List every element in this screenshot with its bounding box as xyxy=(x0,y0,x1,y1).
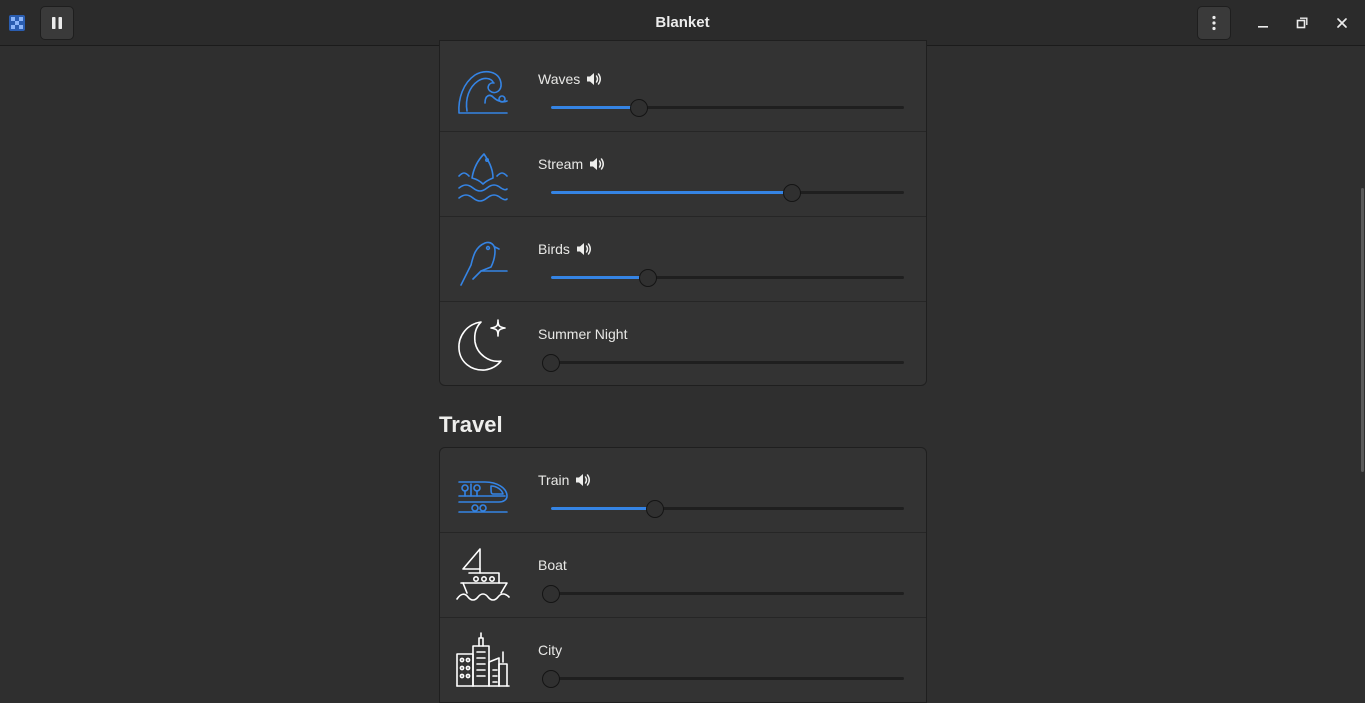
vertical-scrollbar[interactable] xyxy=(1361,188,1364,472)
volume-slider[interactable] xyxy=(542,670,904,688)
city-icon xyxy=(456,632,510,687)
maximize-button[interactable] xyxy=(1291,12,1313,34)
waves-icon xyxy=(458,70,508,114)
volume-slider[interactable] xyxy=(551,99,904,117)
volume-slider[interactable] xyxy=(551,500,904,518)
sound-row-waves: Waves xyxy=(440,47,926,132)
sound-row-boat: Boat xyxy=(440,533,926,618)
stream-icon xyxy=(458,153,508,202)
close-button[interactable] xyxy=(1331,12,1353,34)
slider-knob[interactable] xyxy=(630,99,648,117)
sound-name: Birds xyxy=(538,241,570,257)
kebab-menu-icon xyxy=(1212,15,1216,31)
sound-name: Waves xyxy=(538,71,581,87)
sound-row-birds: Birds xyxy=(440,217,926,302)
sound-row-summer-night: Summer Night xyxy=(440,302,926,385)
minimize-button[interactable] xyxy=(1252,12,1274,34)
speaker-playing-icon xyxy=(576,474,591,486)
sound-name: Stream xyxy=(538,156,584,172)
close-icon xyxy=(1337,18,1347,28)
birds-icon xyxy=(460,241,508,286)
speaker-playing-icon xyxy=(587,73,602,85)
travel-sounds-card: Train Boat City xyxy=(439,447,927,703)
sound-row-city: City xyxy=(440,618,926,702)
volume-slider[interactable] xyxy=(551,184,904,202)
summer-night-icon xyxy=(458,319,506,371)
maximize-icon xyxy=(1296,17,1308,29)
slider-knob[interactable] xyxy=(542,585,560,603)
window-title: Blanket xyxy=(655,14,710,31)
nature-sounds-card: Waves Stream Birds Summer Night xyxy=(439,40,927,386)
sound-name: City xyxy=(538,642,563,658)
section-title-travel: Travel xyxy=(439,412,503,437)
sound-row-stream: Stream xyxy=(440,132,926,217)
slider-knob[interactable] xyxy=(639,269,657,287)
slider-knob[interactable] xyxy=(783,184,801,202)
sound-name: Train xyxy=(538,472,570,488)
slider-knob[interactable] xyxy=(646,500,664,518)
speaker-playing-icon xyxy=(590,158,605,170)
volume-slider[interactable] xyxy=(551,269,904,287)
slider-knob[interactable] xyxy=(542,670,560,688)
train-icon xyxy=(458,481,508,513)
speaker-playing-icon xyxy=(576,243,591,255)
slider-knob[interactable] xyxy=(542,354,560,372)
sound-name: Summer Night xyxy=(538,326,628,342)
sound-name: Boat xyxy=(538,557,567,573)
main-menu-button[interactable] xyxy=(1197,6,1231,40)
volume-slider[interactable] xyxy=(542,354,904,372)
volume-slider[interactable] xyxy=(542,585,904,603)
sound-row-train: Train xyxy=(440,448,926,533)
boat-icon xyxy=(456,548,510,601)
minimize-icon xyxy=(1258,26,1268,28)
